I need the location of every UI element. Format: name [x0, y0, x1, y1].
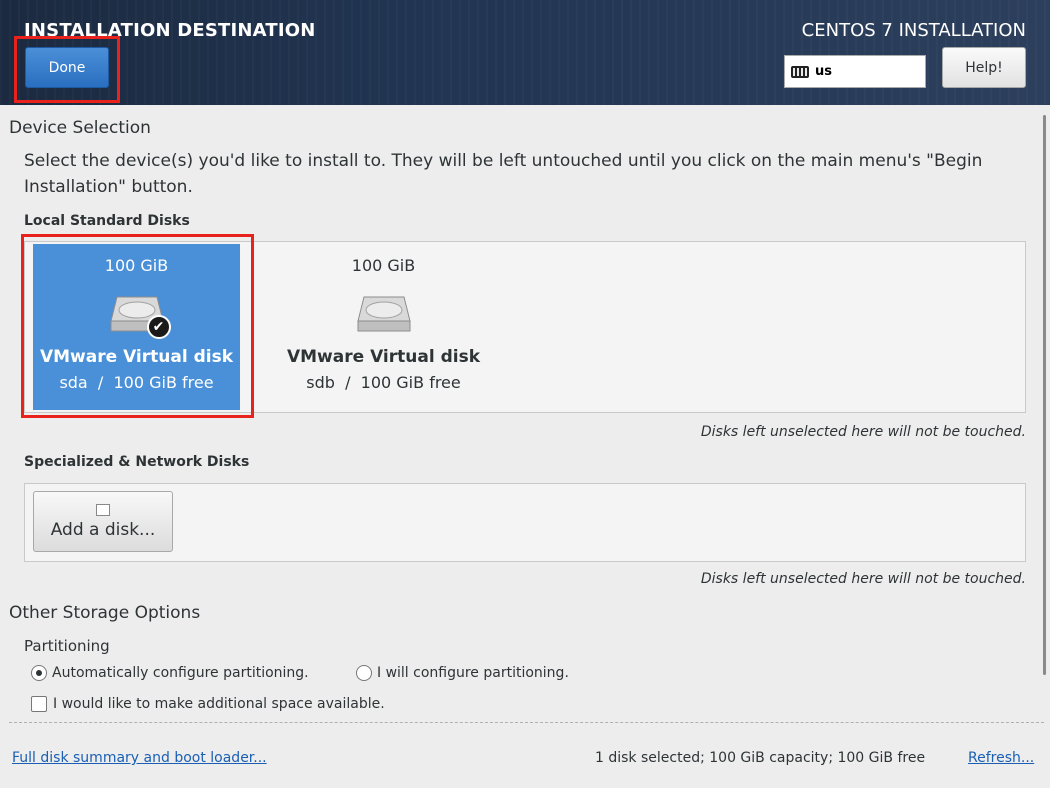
manual-partition-option[interactable]: I will configure partitioning. — [356, 665, 569, 681]
add-disk-button[interactable]: Add a disk... — [33, 491, 173, 552]
page-title: INSTALLATION DESTINATION — [24, 20, 316, 41]
checkmark-icon: ✔ — [146, 315, 171, 339]
done-button[interactable]: Done — [25, 47, 109, 88]
help-button[interactable]: Help! — [942, 47, 1026, 88]
keyboard-icon — [791, 65, 809, 78]
network-disks-panel — [24, 483, 1026, 562]
extra-space-checkbox[interactable] — [31, 696, 47, 712]
disk-name: VMware Virtual disk — [39, 347, 234, 367]
manual-partition-label: I will configure partitioning. — [377, 665, 569, 681]
header-bar: INSTALLATION DESTINATION Done CENTOS 7 I… — [0, 0, 1050, 105]
partitioning-label: Partitioning — [24, 637, 110, 655]
refresh-link[interactable]: Refresh... — [968, 750, 1034, 766]
add-disk-label: Add a disk... — [50, 519, 156, 540]
device-selection-heading: Device Selection — [9, 118, 151, 138]
other-storage-heading: Other Storage Options — [9, 603, 201, 623]
device-selection-description: Select the device(s) you'd like to insta… — [24, 151, 983, 197]
scrollbar[interactable] — [1043, 115, 1046, 675]
keyboard-layout-label: us — [815, 64, 832, 79]
product-title: CENTOS 7 INSTALLATION — [801, 20, 1026, 41]
manual-partition-radio[interactable] — [356, 665, 372, 681]
disk-tile-sdb[interactable]: 100 GiB VMware Virtual disk sdb / 100 Gi… — [280, 244, 487, 410]
local-disks-label: Local Standard Disks — [24, 213, 190, 229]
network-disks-label: Specialized & Network Disks — [24, 454, 250, 470]
hard-disk-icon: ✔ — [107, 291, 171, 339]
auto-partition-option[interactable]: Automatically configure partitioning. — [31, 665, 309, 681]
disk-tile-sda[interactable]: 100 GiB ✔ VMware Virtual disk sda / 100 … — [33, 244, 240, 410]
header-texture — [0, 0, 1050, 105]
disk-free-space: sda / 100 GiB free — [59, 373, 214, 392]
disk-add-icon — [96, 503, 110, 516]
extra-space-option[interactable]: I would like to make additional space av… — [31, 696, 385, 712]
footer-divider — [9, 722, 1044, 723]
auto-partition-radio[interactable] — [31, 665, 47, 681]
auto-partition-label: Automatically configure partitioning. — [52, 665, 309, 681]
disk-name: VMware Virtual disk — [286, 347, 481, 367]
disk-free-space: sdb / 100 GiB free — [306, 373, 461, 392]
disk-size: 100 GiB — [351, 256, 416, 275]
network-disks-note: Disks left unselected here will not be t… — [700, 571, 1026, 587]
disk-size: 100 GiB — [104, 256, 169, 275]
hard-disk-icon — [354, 291, 414, 335]
keyboard-layout-indicator[interactable]: us — [784, 55, 926, 88]
full-disk-summary-link[interactable]: Full disk summary and boot loader... — [12, 750, 267, 766]
disk-summary-text: 1 disk selected; 100 GiB capacity; 100 G… — [595, 750, 926, 766]
local-disks-note: Disks left unselected here will not be t… — [700, 424, 1026, 440]
extra-space-label: I would like to make additional space av… — [53, 696, 385, 712]
